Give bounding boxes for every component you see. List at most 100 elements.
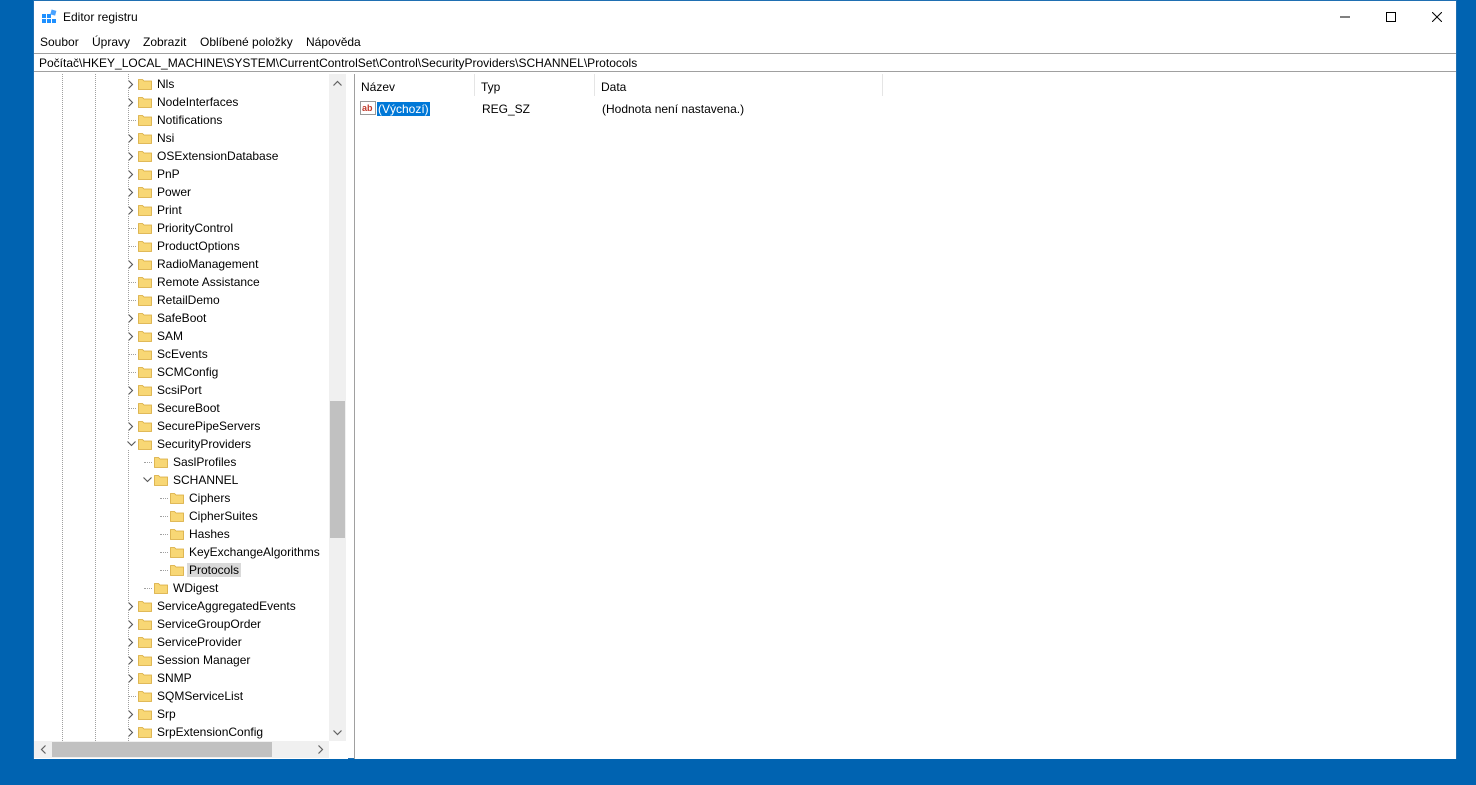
chevron-right-icon[interactable] (126, 385, 136, 395)
tree-node-serviceaggregatedevents[interactable]: ServiceAggregatedEvents (34, 597, 329, 615)
tree-node-label[interactable]: SCHANNEL (171, 473, 240, 487)
tree-node-label[interactable]: CipherSuites (187, 509, 260, 523)
chevron-right-icon[interactable] (126, 151, 136, 161)
tree-node-label[interactable]: SafeBoot (155, 311, 208, 325)
tree-node-label[interactable]: SQMServiceList (155, 689, 245, 703)
tree-node-scmconfig[interactable]: SCMConfig (34, 363, 329, 381)
tree-node-keyexchangealgorithms[interactable]: KeyExchangeAlgorithms (34, 543, 329, 561)
scroll-down-arrow-icon[interactable] (329, 724, 346, 741)
chevron-right-icon[interactable] (126, 313, 136, 323)
chevron-right-icon[interactable] (126, 187, 136, 197)
values-list[interactable]: Název Typ Data ab (Výchozí) REG_SZ (Hodn… (354, 74, 1456, 759)
tree-node-protocols[interactable]: Protocols (34, 561, 329, 579)
chevron-down-icon[interactable] (126, 439, 136, 449)
column-header-type[interactable]: Typ (475, 74, 595, 96)
tree-node-label[interactable]: Nls (155, 77, 176, 91)
tree-node-scevents[interactable]: ScEvents (34, 345, 329, 363)
tree-node-label[interactable]: SCMConfig (155, 365, 220, 379)
tree-node-notifications[interactable]: Notifications (34, 111, 329, 129)
tree-vertical-scroll-thumb[interactable] (330, 401, 345, 538)
chevron-right-icon[interactable] (126, 709, 136, 719)
tree-node-label[interactable]: Nsi (155, 131, 176, 145)
tree-node-label[interactable]: SaslProfiles (171, 455, 238, 469)
tree-node-servicegrouporder[interactable]: ServiceGroupOrder (34, 615, 329, 633)
chevron-right-icon[interactable] (126, 421, 136, 431)
tree-node-ciphers[interactable]: Ciphers (34, 489, 329, 507)
tree-node-label[interactable]: KeyExchangeAlgorithms (187, 545, 322, 559)
column-header-data[interactable]: Data (595, 74, 883, 96)
tree-node-label[interactable]: Protocols (187, 563, 242, 577)
tree-node-label[interactable]: Remote Assistance (155, 275, 262, 289)
tree-node-label[interactable]: SecurePipeServers (155, 419, 262, 433)
tree-node-label[interactable]: Srp (155, 707, 178, 721)
tree-node-label[interactable]: PriorityControl (155, 221, 235, 235)
menu-help[interactable]: Nápověda (306, 35, 361, 49)
tree-node-label[interactable]: NodeInterfaces (155, 95, 240, 109)
tree-node-sqmservicelist[interactable]: SQMServiceList (34, 687, 329, 705)
address-bar[interactable]: Počítač\HKEY_LOCAL_MACHINE\SYSTEM\Curren… (34, 53, 1456, 72)
menu-edit[interactable]: Úpravy (92, 35, 130, 49)
tree-node-wdigest[interactable]: WDigest (34, 579, 329, 597)
tree-node-securepipeservers[interactable]: SecurePipeServers (34, 417, 329, 435)
tree-node-nodeinterfaces[interactable]: NodeInterfaces (34, 93, 329, 111)
chevron-right-icon[interactable] (126, 97, 136, 107)
chevron-right-icon[interactable] (126, 133, 136, 143)
tree-node-label[interactable]: SAM (155, 329, 185, 343)
chevron-right-icon[interactable] (126, 601, 136, 611)
chevron-right-icon[interactable] (126, 79, 136, 89)
tree-node-label[interactable]: ScEvents (155, 347, 210, 361)
value-name-text[interactable]: (Výchozí) (376, 101, 431, 117)
tree-node-sam[interactable]: SAM (34, 327, 329, 345)
tree-node-label[interactable]: Ciphers (187, 491, 232, 505)
chevron-right-icon[interactable] (126, 169, 136, 179)
tree-node-nsi[interactable]: Nsi (34, 129, 329, 147)
tree-node-label[interactable]: OSExtensionDatabase (155, 149, 280, 163)
tree-node-label[interactable]: RadioManagement (155, 257, 260, 271)
tree-horizontal-scroll-thumb[interactable] (52, 742, 272, 757)
scroll-left-arrow-icon[interactable] (34, 741, 51, 758)
tree-node-serviceprovider[interactable]: ServiceProvider (34, 633, 329, 651)
key-tree[interactable]: Nls NodeInterfaces Notifications Nsi OSExten… (34, 74, 348, 759)
chevron-right-icon[interactable] (126, 259, 136, 269)
close-button[interactable] (1414, 1, 1460, 32)
tree-node-safeboot[interactable]: SafeBoot (34, 309, 329, 327)
tree-node-scsiport[interactable]: ScsiPort (34, 381, 329, 399)
chevron-right-icon[interactable] (126, 331, 136, 341)
tree-node-secureboot[interactable]: SecureBoot (34, 399, 329, 417)
tree-node-label[interactable]: SecurityProviders (155, 437, 253, 451)
tree-node-label[interactable]: SecureBoot (155, 401, 222, 415)
tree-node-label[interactable]: Hashes (187, 527, 232, 541)
tree-node-pnp[interactable]: PnP (34, 165, 329, 183)
tree-node-label[interactable]: Print (155, 203, 184, 217)
minimize-button[interactable] (1322, 1, 1368, 32)
scroll-right-arrow-icon[interactable] (312, 741, 329, 758)
chevron-right-icon[interactable] (126, 727, 136, 737)
tree-node-label[interactable]: ServiceAggregatedEvents (155, 599, 298, 613)
tree-node-label[interactable]: SrpExtensionConfig (155, 725, 265, 739)
menu-view[interactable]: Zobrazit (143, 35, 186, 49)
tree-node-power[interactable]: Power (34, 183, 329, 201)
tree-node-label[interactable]: Notifications (155, 113, 224, 127)
menu-favorites[interactable]: Oblíbené položky (200, 35, 293, 49)
tree-node-osextensiondatabase[interactable]: OSExtensionDatabase (34, 147, 329, 165)
title-bar[interactable]: Editor registru (34, 1, 1456, 32)
tree-node-srpextensionconfig[interactable]: SrpExtensionConfig (34, 723, 329, 741)
tree-node-snmp[interactable]: SNMP (34, 669, 329, 687)
tree-node-print[interactable]: Print (34, 201, 329, 219)
tree-node-label[interactable]: Power (155, 185, 193, 199)
tree-node-saslprofiles[interactable]: SaslProfiles (34, 453, 329, 471)
scroll-up-arrow-icon[interactable] (329, 74, 346, 91)
tree-node-hashes[interactable]: Hashes (34, 525, 329, 543)
tree-node-label[interactable]: Session Manager (155, 653, 252, 667)
tree-node-label[interactable]: ServiceProvider (155, 635, 244, 649)
tree-node-radiomanagement[interactable]: RadioManagement (34, 255, 329, 273)
maximize-button[interactable] (1368, 1, 1414, 32)
column-header-name[interactable]: Název (355, 74, 475, 96)
tree-node-securityproviders[interactable]: SecurityProviders (34, 435, 329, 453)
tree-node-label[interactable]: WDigest (171, 581, 220, 595)
chevron-right-icon[interactable] (126, 673, 136, 683)
tree-node-productoptions[interactable]: ProductOptions (34, 237, 329, 255)
menu-file[interactable]: Soubor (40, 35, 79, 49)
tree-node-prioritycontrol[interactable]: PriorityControl (34, 219, 329, 237)
tree-node-srp[interactable]: Srp (34, 705, 329, 723)
